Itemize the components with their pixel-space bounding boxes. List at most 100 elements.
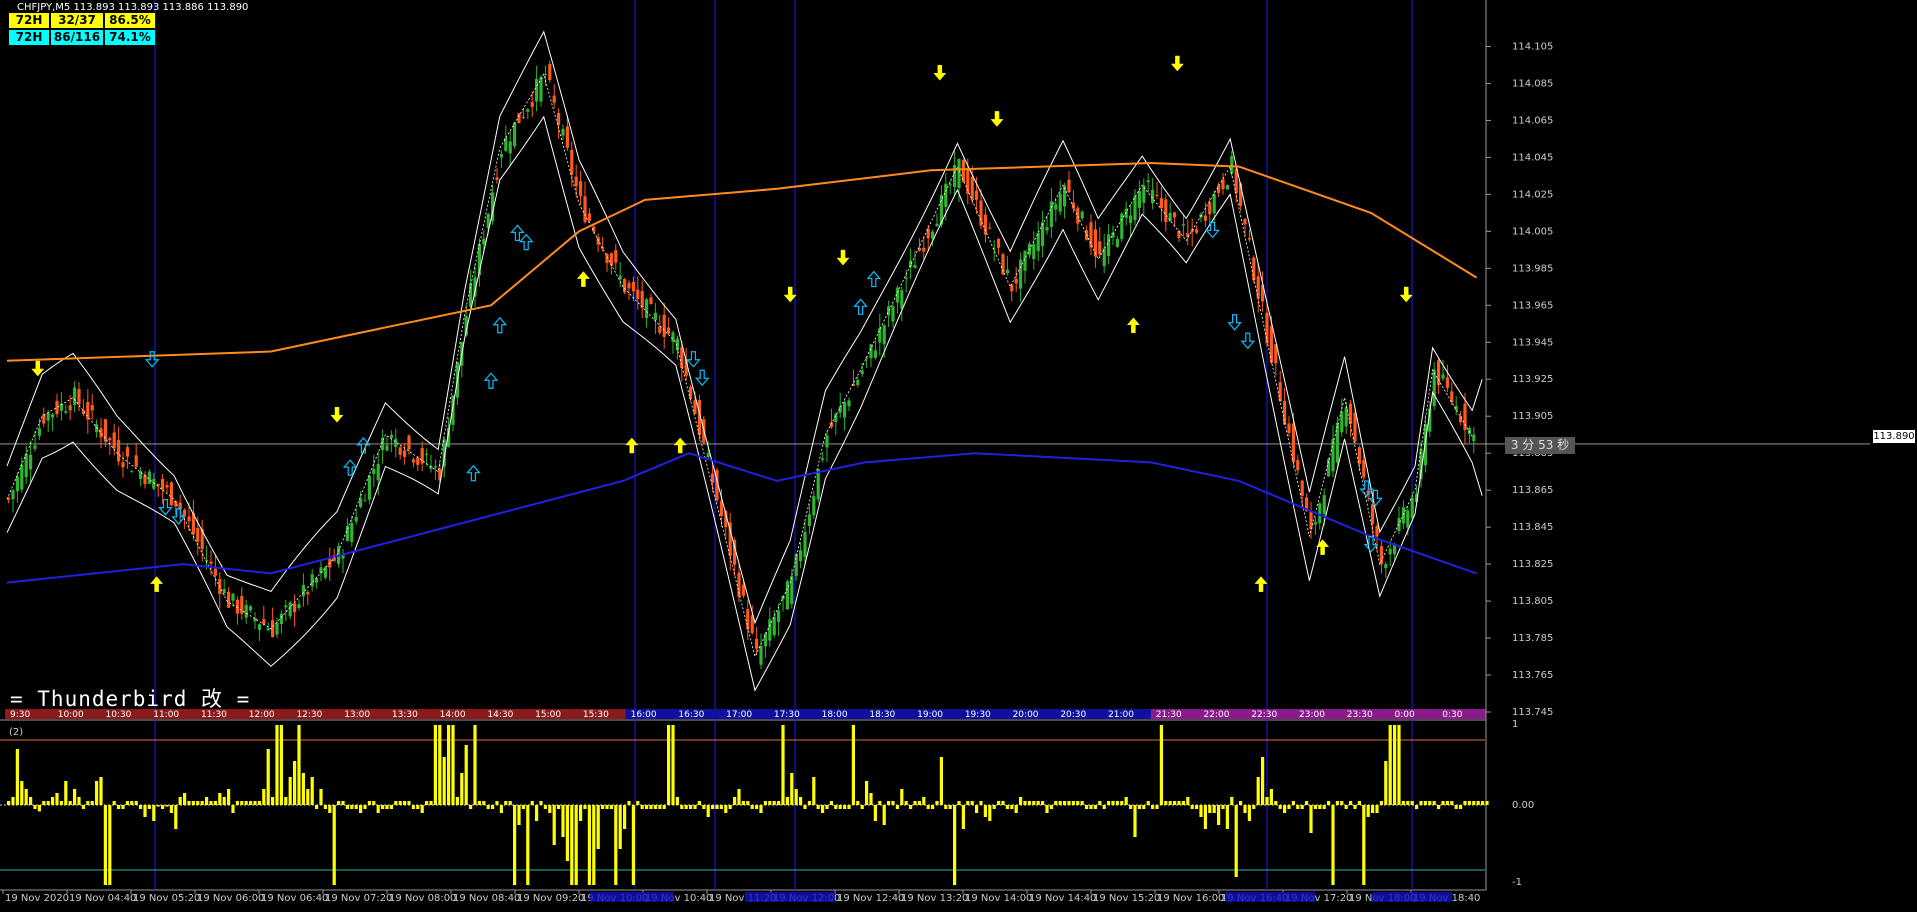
osc-bar [1349, 801, 1353, 805]
candle-body [1067, 179, 1071, 193]
x-tick-label: 19 Nov 05:20 [133, 893, 200, 904]
time-axis-highlight [590, 892, 674, 902]
candle-body [961, 160, 965, 183]
trading-chart-window[interactable]: 114.105 114.085 114.065 114.045 114.025 114.0… [0, 0, 1917, 908]
signal-up-arrow-icon [510, 224, 525, 241]
osc-bar [587, 805, 591, 885]
candle-body [847, 400, 851, 407]
osc-bar [1362, 805, 1366, 885]
osc-bar [1410, 801, 1414, 805]
candle-body [103, 419, 107, 442]
osc-bar [275, 725, 279, 805]
candle-body [425, 453, 429, 455]
candle-body [301, 584, 305, 597]
osc-bar [887, 801, 891, 805]
candle-body [240, 596, 244, 614]
candle-body [407, 435, 411, 450]
osc-bar [68, 801, 72, 805]
osc-bar [583, 805, 587, 809]
osc-bar [719, 805, 723, 809]
candle-body [609, 253, 613, 266]
candle-body [1401, 507, 1405, 524]
osc-bar [1261, 757, 1265, 805]
osc-bar [416, 805, 420, 809]
osc-bar [152, 805, 156, 821]
osc-bar [1388, 725, 1392, 805]
candle-body [134, 455, 138, 467]
candle-body [530, 102, 534, 107]
candle-body [55, 400, 59, 415]
osc-bar [724, 805, 728, 813]
osc-bar [403, 801, 407, 805]
osc-bar [187, 801, 191, 805]
osc-bar [1340, 801, 1344, 805]
candle-body [812, 496, 816, 516]
candle-body [1045, 227, 1049, 231]
candle-body [693, 400, 697, 414]
candle-body [777, 610, 781, 622]
osc-bar [134, 801, 138, 805]
candle-body [249, 606, 253, 611]
osc-bar [425, 801, 429, 805]
osc-bar [1010, 805, 1014, 809]
osc-bar [363, 805, 367, 809]
osc-bar [1177, 801, 1181, 805]
osc-bar [1463, 801, 1467, 805]
osc-bar [618, 805, 622, 849]
osc-bar [24, 789, 28, 805]
osc-bar [1393, 725, 1397, 805]
candle-body [860, 370, 864, 375]
buy-arrow-icon [1254, 576, 1268, 592]
osc-bar [895, 805, 899, 809]
osc-bar [1032, 801, 1036, 805]
candle-body [169, 482, 173, 506]
session-label: 16:30 [678, 710, 704, 720]
candle-body [1129, 215, 1133, 223]
osc-bar [737, 789, 741, 805]
candle-body [517, 113, 521, 124]
osc-bar [1155, 805, 1159, 809]
osc-bar [680, 805, 684, 809]
candle-body [1115, 238, 1119, 248]
osc-bar [640, 805, 644, 809]
osc-bar [843, 805, 847, 809]
candle-body [433, 466, 437, 468]
osc-bar [1164, 801, 1168, 805]
osc-bar [1243, 805, 1247, 813]
osc-bar [1401, 801, 1405, 805]
osc-bar [975, 805, 979, 813]
osc-bar [631, 805, 635, 885]
osc-bar [1239, 801, 1243, 805]
osc-bar [900, 789, 904, 805]
session-label: 16:00 [631, 710, 657, 720]
y-tick-label: 113.785 [1512, 633, 1553, 644]
osc-bar [341, 801, 345, 805]
sell-arrow-icon [1170, 55, 1184, 72]
osc-bar [596, 805, 600, 849]
candle-body [565, 126, 569, 148]
candle-body [1243, 219, 1247, 225]
candlestick-chart[interactable]: 114.105 114.085 114.065 114.045 114.025 114.0… [0, 0, 1917, 908]
osc-bar [46, 801, 50, 805]
osc-bar [1221, 805, 1225, 809]
osc-bar [689, 805, 693, 809]
candle-body [15, 476, 19, 492]
osc-bar [1441, 801, 1445, 805]
osc-bar [1406, 801, 1410, 805]
session-label: 20:00 [1013, 710, 1039, 720]
x-tick-label: 19 Nov 14:00 [965, 893, 1032, 904]
osc-bar [1397, 725, 1401, 805]
osc-bar [1208, 805, 1212, 813]
candle-body [878, 327, 882, 343]
osc-bar [1278, 805, 1282, 809]
osc-bar [869, 793, 873, 805]
sell-arrow-icon [836, 249, 850, 266]
candle-body [306, 592, 310, 595]
osc-bar [570, 805, 574, 885]
candle-body [807, 514, 811, 527]
osc-bar [499, 805, 503, 813]
candle-body [988, 227, 992, 229]
osc-bar [1190, 805, 1194, 809]
osc-bar [411, 805, 415, 809]
candle-body [297, 604, 301, 608]
